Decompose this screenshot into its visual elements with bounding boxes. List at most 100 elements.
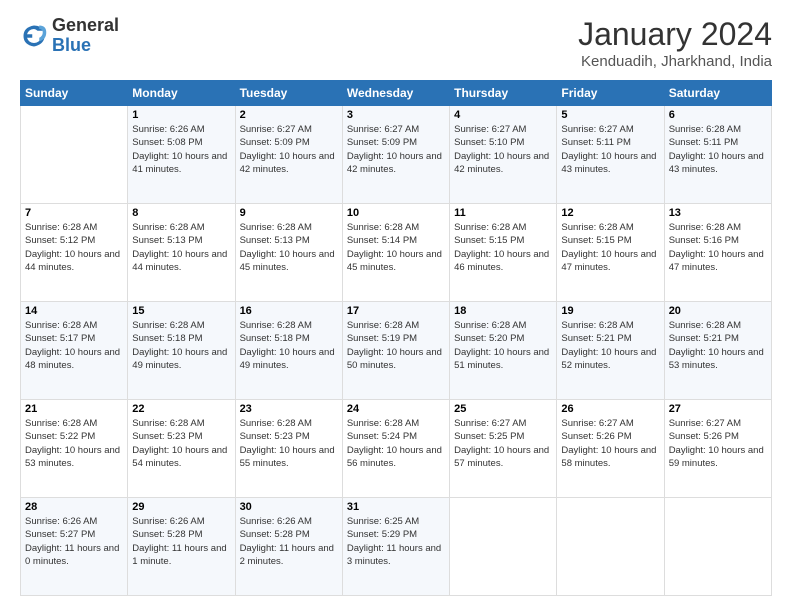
day-number: 6 <box>669 109 767 121</box>
day-cell: 30 Sunrise: 6:26 AMSunset: 5:28 PMDayligh… <box>235 498 342 596</box>
day-info: Sunrise: 6:28 AMSunset: 5:20 PMDaylight:… <box>454 319 552 372</box>
day-number: 31 <box>347 501 445 513</box>
day-cell: 26 Sunrise: 6:27 AMSunset: 5:26 PMDayligh… <box>557 400 664 498</box>
day-number: 17 <box>347 305 445 317</box>
day-info: Sunrise: 6:28 AMSunset: 5:18 PMDaylight:… <box>240 319 338 372</box>
day-number: 7 <box>25 207 123 219</box>
day-number: 1 <box>132 109 230 121</box>
day-number: 20 <box>669 305 767 317</box>
day-info: Sunrise: 6:27 AMSunset: 5:11 PMDaylight:… <box>561 123 659 176</box>
day-number: 14 <box>25 305 123 317</box>
col-header-saturday: Saturday <box>664 81 771 106</box>
header: General Blue January 2024 Kenduadih, Jha… <box>20 16 772 70</box>
day-info: Sunrise: 6:28 AMSunset: 5:19 PMDaylight:… <box>347 319 445 372</box>
day-info: Sunrise: 6:28 AMSunset: 5:17 PMDaylight:… <box>25 319 123 372</box>
day-info: Sunrise: 6:28 AMSunset: 5:12 PMDaylight:… <box>25 221 123 274</box>
col-header-thursday: Thursday <box>450 81 557 106</box>
title-block: January 2024 Kenduadih, Jharkhand, India <box>578 16 772 70</box>
day-info: Sunrise: 6:28 AMSunset: 5:23 PMDaylight:… <box>132 417 230 470</box>
day-cell <box>557 498 664 596</box>
col-header-monday: Monday <box>128 81 235 106</box>
day-number: 12 <box>561 207 659 219</box>
logo-icon <box>20 22 48 50</box>
day-cell: 3 Sunrise: 6:27 AMSunset: 5:09 PMDaylight… <box>342 106 449 204</box>
day-info: Sunrise: 6:28 AMSunset: 5:11 PMDaylight:… <box>669 123 767 176</box>
day-number: 5 <box>561 109 659 121</box>
logo-text: General Blue <box>52 16 119 56</box>
header-row: SundayMondayTuesdayWednesdayThursdayFrid… <box>21 81 772 106</box>
week-row-5: 28 Sunrise: 6:26 AMSunset: 5:27 PMDayligh… <box>21 498 772 596</box>
day-cell: 15 Sunrise: 6:28 AMSunset: 5:18 PMDayligh… <box>128 302 235 400</box>
col-header-sunday: Sunday <box>21 81 128 106</box>
day-cell: 11 Sunrise: 6:28 AMSunset: 5:15 PMDayligh… <box>450 204 557 302</box>
day-number: 26 <box>561 403 659 415</box>
day-info: Sunrise: 6:26 AMSunset: 5:27 PMDaylight:… <box>25 515 123 568</box>
day-cell: 14 Sunrise: 6:28 AMSunset: 5:17 PMDayligh… <box>21 302 128 400</box>
day-info: Sunrise: 6:27 AMSunset: 5:10 PMDaylight:… <box>454 123 552 176</box>
day-cell: 27 Sunrise: 6:27 AMSunset: 5:26 PMDayligh… <box>664 400 771 498</box>
day-cell: 10 Sunrise: 6:28 AMSunset: 5:14 PMDayligh… <box>342 204 449 302</box>
day-cell: 9Sunrise: 6:28 AMSunset: 5:13 PMDaylight… <box>235 204 342 302</box>
day-cell: 17 Sunrise: 6:28 AMSunset: 5:19 PMDayligh… <box>342 302 449 400</box>
day-cell: 13 Sunrise: 6:28 AMSunset: 5:16 PMDayligh… <box>664 204 771 302</box>
day-cell: 22Sunrise: 6:28 AMSunset: 5:23 PMDayligh… <box>128 400 235 498</box>
day-number: 4 <box>454 109 552 121</box>
day-info: Sunrise: 6:26 AMSunset: 5:28 PMDaylight:… <box>132 515 230 568</box>
day-info: Sunrise: 6:27 AMSunset: 5:26 PMDaylight:… <box>669 417 767 470</box>
day-cell: 25Sunrise: 6:27 AMSunset: 5:25 PMDayligh… <box>450 400 557 498</box>
week-row-3: 14 Sunrise: 6:28 AMSunset: 5:17 PMDayligh… <box>21 302 772 400</box>
page: General Blue January 2024 Kenduadih, Jha… <box>0 0 792 612</box>
col-header-wednesday: Wednesday <box>342 81 449 106</box>
logo-line1: General <box>52 16 119 36</box>
day-cell: 19 Sunrise: 6:28 AMSunset: 5:21 PMDayligh… <box>557 302 664 400</box>
day-info: Sunrise: 6:28 AMSunset: 5:15 PMDaylight:… <box>561 221 659 274</box>
day-info: Sunrise: 6:28 AMSunset: 5:16 PMDaylight:… <box>669 221 767 274</box>
day-cell: 31Sunrise: 6:25 AMSunset: 5:29 PMDayligh… <box>342 498 449 596</box>
day-number: 16 <box>240 305 338 317</box>
day-info: Sunrise: 6:28 AMSunset: 5:13 PMDaylight:… <box>132 221 230 274</box>
day-cell: 16 Sunrise: 6:28 AMSunset: 5:18 PMDayligh… <box>235 302 342 400</box>
day-number: 28 <box>25 501 123 513</box>
calendar-title: January 2024 <box>578 16 772 53</box>
day-info: Sunrise: 6:28 AMSunset: 5:14 PMDaylight:… <box>347 221 445 274</box>
day-number: 8 <box>132 207 230 219</box>
day-cell: 24Sunrise: 6:28 AMSunset: 5:24 PMDayligh… <box>342 400 449 498</box>
day-cell: 23Sunrise: 6:28 AMSunset: 5:23 PMDayligh… <box>235 400 342 498</box>
day-number: 9 <box>240 207 338 219</box>
day-number: 15 <box>132 305 230 317</box>
day-cell <box>21 106 128 204</box>
day-cell: 5 Sunrise: 6:27 AMSunset: 5:11 PMDaylight… <box>557 106 664 204</box>
day-cell: 18 Sunrise: 6:28 AMSunset: 5:20 PMDayligh… <box>450 302 557 400</box>
day-cell: 8 Sunrise: 6:28 AMSunset: 5:13 PMDaylight… <box>128 204 235 302</box>
day-number: 18 <box>454 305 552 317</box>
day-cell: 12 Sunrise: 6:28 AMSunset: 5:15 PMDayligh… <box>557 204 664 302</box>
day-info: Sunrise: 6:28 AMSunset: 5:21 PMDaylight:… <box>669 319 767 372</box>
col-header-tuesday: Tuesday <box>235 81 342 106</box>
day-cell <box>450 498 557 596</box>
week-row-4: 21Sunrise: 6:28 AMSunset: 5:22 PMDayligh… <box>21 400 772 498</box>
day-info: Sunrise: 6:27 AMSunset: 5:09 PMDaylight:… <box>347 123 445 176</box>
day-info: Sunrise: 6:26 AMSunset: 5:28 PMDaylight:… <box>240 515 338 568</box>
day-number: 11 <box>454 207 552 219</box>
day-number: 10 <box>347 207 445 219</box>
day-number: 19 <box>561 305 659 317</box>
day-number: 2 <box>240 109 338 121</box>
day-cell: 29Sunrise: 6:26 AMSunset: 5:28 PMDayligh… <box>128 498 235 596</box>
day-cell: 1Sunrise: 6:26 AMSunset: 5:08 PMDaylight… <box>128 106 235 204</box>
day-number: 13 <box>669 207 767 219</box>
day-info: Sunrise: 6:28 AMSunset: 5:18 PMDaylight:… <box>132 319 230 372</box>
calendar-subtitle: Kenduadih, Jharkhand, India <box>578 53 772 70</box>
day-number: 3 <box>347 109 445 121</box>
logo: General Blue <box>20 16 119 56</box>
calendar-table: SundayMondayTuesdayWednesdayThursdayFrid… <box>20 80 772 596</box>
day-info: Sunrise: 6:28 AMSunset: 5:21 PMDaylight:… <box>561 319 659 372</box>
day-cell: 4 Sunrise: 6:27 AMSunset: 5:10 PMDaylight… <box>450 106 557 204</box>
day-number: 24 <box>347 403 445 415</box>
day-info: Sunrise: 6:28 AMSunset: 5:22 PMDaylight:… <box>25 417 123 470</box>
col-header-friday: Friday <box>557 81 664 106</box>
day-info: Sunrise: 6:28 AMSunset: 5:15 PMDaylight:… <box>454 221 552 274</box>
day-number: 27 <box>669 403 767 415</box>
week-row-1: 1Sunrise: 6:26 AMSunset: 5:08 PMDaylight… <box>21 106 772 204</box>
day-info: Sunrise: 6:27 AMSunset: 5:26 PMDaylight:… <box>561 417 659 470</box>
day-number: 30 <box>240 501 338 513</box>
